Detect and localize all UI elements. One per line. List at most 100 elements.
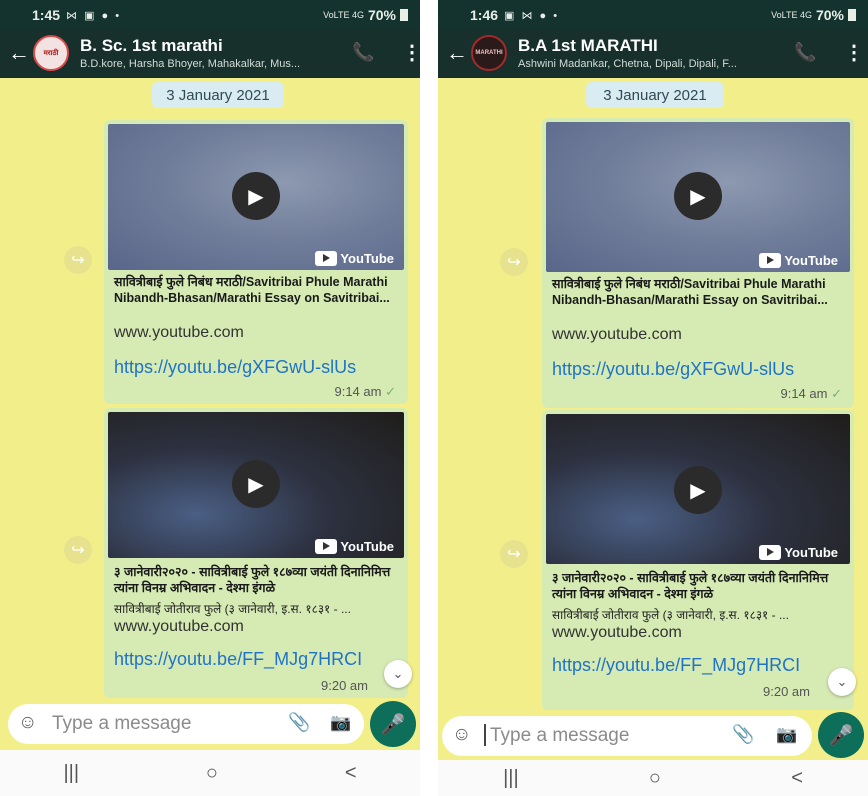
phone-screen-left: 1:45 ⋈ ▣ ● • VoLTE 4G 70% ← मराठी B. Sc.… — [0, 0, 420, 796]
message-input[interactable]: Type a message — [52, 713, 191, 735]
youtube-logo: YouTube — [315, 251, 394, 266]
link-domain: www.youtube.com — [114, 324, 244, 341]
attach-icon[interactable]: 📎 — [288, 712, 310, 733]
message-input-bar[interactable]: ☺ Type a message 📎 📷 — [8, 704, 364, 744]
play-icon[interactable]: ▶ — [674, 466, 722, 514]
forward-icon[interactable]: ↪ — [500, 540, 528, 568]
avatar-label: MARATHI — [475, 50, 503, 56]
text-cursor — [484, 724, 486, 746]
message-time-text: 9:14 am — [780, 386, 828, 401]
youtube-icon — [759, 253, 782, 268]
video-thumbnail[interactable]: ▶ YouTube — [108, 124, 404, 270]
video-thumbnail[interactable]: ▶ YouTube — [108, 412, 404, 558]
message-time-text: 9:20 am — [321, 678, 368, 693]
link-title[interactable]: सावित्रीबाई फुले निबंध मराठी/Savitribai … — [552, 276, 846, 308]
signal-icon: VoLTE 4G — [771, 10, 812, 20]
youtube-icon — [315, 539, 338, 554]
mic-button[interactable]: 🎤 — [370, 701, 416, 747]
forward-icon[interactable]: ↪ — [64, 246, 92, 274]
nav-home-icon[interactable]: ○ — [649, 767, 661, 790]
link-title[interactable]: सावित्रीबाई फुले निबंध मराठी/Savitribai … — [114, 274, 400, 306]
play-icon[interactable]: ▶ — [232, 172, 280, 220]
link-url[interactable]: https://youtu.be/FF_MJg7HRCI — [552, 654, 800, 676]
back-arrow-icon[interactable]: ← — [446, 40, 468, 66]
avatar-label: मराठी — [43, 49, 59, 57]
youtube-logo: YouTube — [759, 253, 838, 268]
add-call-icon[interactable]: 📞 — [352, 42, 374, 63]
date-chip: 3 January 2021 — [152, 82, 284, 108]
group-avatar[interactable]: MARATHI — [471, 35, 507, 71]
video-thumbnail[interactable]: ▶ YouTube — [546, 122, 850, 272]
message-bubble[interactable]: ▶ YouTube ३ जानेवारी२०२० - सावित्रीबाई फ… — [104, 408, 408, 698]
group-avatar[interactable]: मराठी — [33, 35, 69, 71]
link-domain: www.youtube.com — [114, 618, 244, 635]
menu-icon[interactable]: ⋮ — [844, 40, 864, 65]
status-time: 1:46 — [470, 7, 499, 23]
notification-icons: ▣ ⋈ ● • — [504, 9, 560, 22]
message-time-text: 9:20 am — [763, 684, 810, 699]
chat-title[interactable]: B. Sc. 1st marathi — [80, 36, 223, 56]
mic-button[interactable]: 🎤 — [818, 712, 864, 758]
message-time: 9:20 am — [763, 684, 810, 699]
emoji-icon[interactable]: ☺ — [18, 712, 37, 734]
chat-header: ← MARATHI B.A 1st MARATHI Ashwini Madank… — [438, 30, 868, 78]
link-url[interactable]: https://youtu.be/FF_MJg7HRCI — [114, 648, 362, 670]
date-chip: 3 January 2021 — [586, 82, 724, 108]
link-title[interactable]: ३ जानेवारी२०२० - सावित्रीबाई फुले १८७व्य… — [114, 564, 400, 596]
nav-back-icon[interactable]: < — [791, 767, 803, 790]
youtube-label: YouTube — [340, 539, 394, 554]
back-arrow-icon[interactable]: ← — [8, 40, 30, 66]
link-url[interactable]: https://youtu.be/gXFGwU-slUs — [552, 358, 816, 380]
battery-icon — [400, 9, 408, 21]
message-bubble[interactable]: ▶ YouTube सावित्रीबाई फुले निबंध मराठी/S… — [542, 118, 854, 408]
message-time-text: 9:14 am — [334, 384, 382, 399]
forward-icon[interactable]: ↪ — [500, 248, 528, 276]
message-bubble[interactable]: ▶ YouTube ३ जानेवारी२०२० - सावित्रीबाई फ… — [542, 410, 854, 710]
link-domain: www.youtube.com — [552, 326, 682, 343]
message-input[interactable]: Type a message — [490, 725, 629, 747]
sent-tick-icon: ✓ — [385, 384, 396, 399]
menu-icon[interactable]: ⋮ — [402, 40, 420, 65]
message-bubble[interactable]: ▶ YouTube सावित्रीबाई फुले निबंध मराठी/S… — [104, 120, 408, 404]
chat-title[interactable]: B.A 1st MARATHI — [518, 36, 658, 56]
link-title[interactable]: ३ जानेवारी२०२० - सावित्रीबाई फुले १८७व्य… — [552, 570, 846, 602]
signal-icon: VoLTE 4G — [323, 10, 364, 20]
nav-recent-icon[interactable]: ||| — [503, 767, 519, 790]
link-description: सावित्रीबाई जोतीराव फुले (३ जानेवारी, इ.… — [552, 608, 789, 622]
video-thumbnail[interactable]: ▶ YouTube — [546, 414, 850, 564]
battery-percent: 70% — [367, 7, 396, 23]
youtube-label: YouTube — [340, 251, 394, 266]
forward-icon[interactable]: ↪ — [64, 536, 92, 564]
nav-back-icon[interactable]: < — [345, 762, 357, 785]
nav-home-icon[interactable]: ○ — [206, 762, 218, 785]
chat-members[interactable]: Ashwini Madankar, Chetna, Dipali, Dipali… — [518, 58, 737, 70]
attach-icon[interactable]: 📎 — [732, 724, 754, 745]
status-bar: 1:46 ▣ ⋈ ● • VoLTE 4G 70% — [438, 0, 868, 30]
youtube-icon — [759, 545, 782, 560]
message-input-bar[interactable]: ☺ Type a message 📎 📷 — [442, 716, 812, 756]
chat-members[interactable]: B.D.kore, Harsha Bhoyer, Mahakalkar, Mus… — [80, 58, 300, 70]
emoji-icon[interactable]: ☺ — [452, 724, 471, 746]
android-nav-bar: ||| ○ < — [0, 750, 420, 796]
youtube-logo: YouTube — [759, 545, 838, 560]
play-icon[interactable]: ▶ — [232, 460, 280, 508]
link-description: सावित्रीबाई जोतीराव फुले (३ जानेवारी, इ.… — [114, 602, 351, 616]
message-time: 9:14 am ✓ — [780, 386, 842, 402]
youtube-label: YouTube — [784, 253, 838, 268]
add-call-icon[interactable]: 📞 — [794, 42, 816, 63]
notification-icons: ⋈ ▣ ● • — [66, 9, 122, 22]
youtube-label: YouTube — [784, 545, 838, 560]
camera-icon[interactable]: 📷 — [776, 725, 797, 745]
youtube-icon — [315, 251, 338, 266]
battery-icon — [848, 9, 856, 21]
camera-icon[interactable]: 📷 — [330, 713, 351, 733]
play-icon[interactable]: ▶ — [674, 172, 722, 220]
status-bar: 1:45 ⋈ ▣ ● • VoLTE 4G 70% — [0, 0, 420, 30]
nav-recent-icon[interactable]: ||| — [63, 762, 79, 785]
link-url[interactable]: https://youtu.be/gXFGwU-slUs — [114, 356, 374, 378]
chat-header: ← मराठी B. Sc. 1st marathi B.D.kore, Har… — [0, 30, 420, 78]
scroll-down-icon[interactable]: ⌄ — [384, 660, 412, 688]
scroll-down-icon[interactable]: ⌄ — [828, 668, 856, 696]
message-time: 9:20 am — [321, 678, 368, 693]
phone-screen-right: 1:46 ▣ ⋈ ● • VoLTE 4G 70% ← MARATHI B.A … — [438, 0, 868, 796]
